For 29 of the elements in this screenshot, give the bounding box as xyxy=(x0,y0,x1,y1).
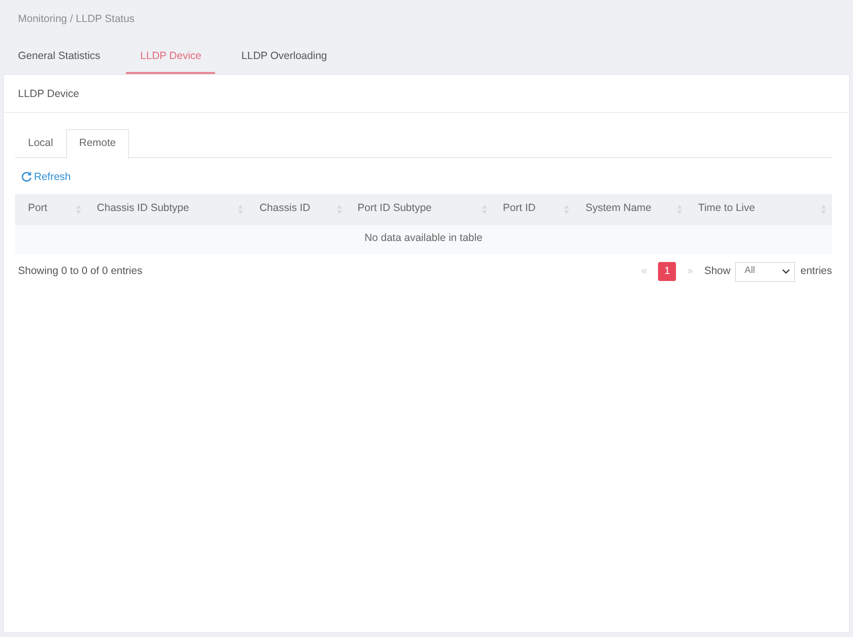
show-label: Show xyxy=(704,264,730,279)
column-header[interactable]: Port ID Subtype xyxy=(348,194,493,224)
sort-icon xyxy=(564,204,570,214)
column-header[interactable]: System Name xyxy=(575,194,688,224)
column-header[interactable]: Chassis ID xyxy=(249,194,348,224)
entries-label: entries xyxy=(800,264,832,279)
sort-icon xyxy=(238,204,244,214)
panel-title: LLDP Device xyxy=(4,74,849,112)
sort-icon xyxy=(482,204,487,214)
page-button[interactable]: 1 xyxy=(658,262,676,281)
tab[interactable]: General Statistics xyxy=(4,46,114,74)
tab[interactable]: Local xyxy=(15,128,66,158)
refresh-icon xyxy=(21,171,32,182)
sort-icon xyxy=(677,204,682,214)
sort-icon xyxy=(76,204,81,214)
column-header[interactable]: Port xyxy=(15,194,87,224)
sort-icon xyxy=(821,204,826,214)
column-header[interactable]: Chassis ID Subtype xyxy=(86,194,250,224)
tab[interactable]: LLDP Overloading xyxy=(227,46,342,74)
caret-icon xyxy=(782,269,790,274)
column-header[interactable]: Time to Live xyxy=(688,194,832,224)
tab[interactable]: Remote xyxy=(66,128,129,158)
breadcrumb: Monitoring / LLDP Status xyxy=(18,12,135,26)
empty-table-message: No data available in table xyxy=(15,224,832,254)
entries-select[interactable]: All xyxy=(735,262,796,282)
sort-icon xyxy=(336,204,342,214)
table-info: Showing 0 to 0 of 0 entries xyxy=(18,264,142,279)
column-header[interactable]: Port ID xyxy=(492,194,576,224)
refresh-link[interactable]: Refresh xyxy=(21,170,71,184)
